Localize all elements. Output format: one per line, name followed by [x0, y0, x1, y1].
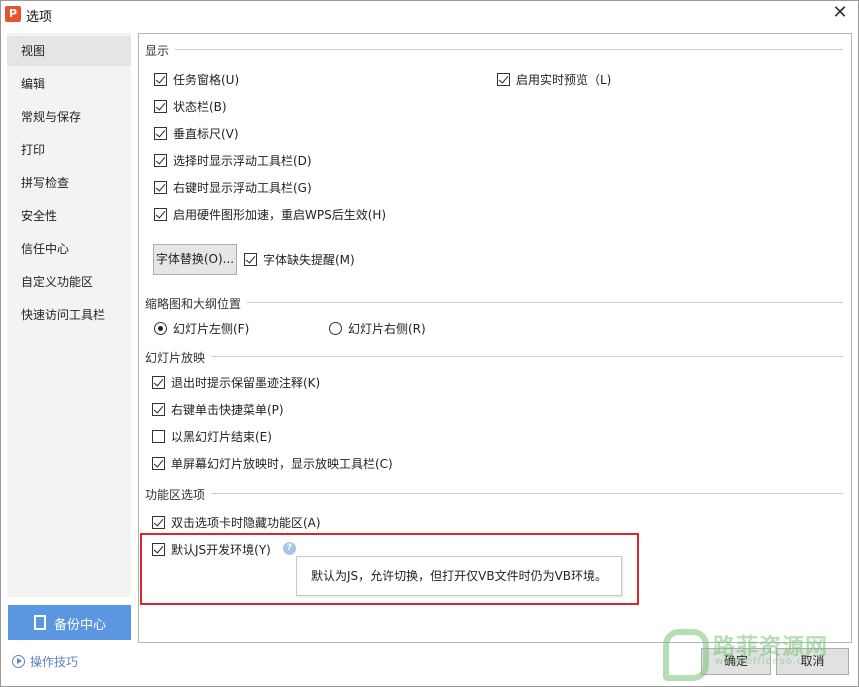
option-status-bar[interactable]: 状态栏(B) — [154, 98, 227, 115]
float-toolbar-select-checkbox[interactable] — [154, 154, 167, 167]
thumb-left-label: 幻灯片左侧(F) — [173, 322, 250, 336]
dblclick-hide-label: 双击选项卡时隐藏功能区(A) — [171, 516, 321, 530]
thumb-left-radio[interactable] — [154, 322, 167, 335]
sidebar-item-quick-access[interactable]: 快速访问工具栏 — [7, 300, 131, 330]
option-live-preview[interactable]: 启用实时预览（L) — [497, 71, 611, 88]
single-screen-toolbar-label: 单屏幕幻灯片放映时，显示放映工具栏(C) — [171, 457, 393, 471]
thumb-right-label: 幻灯片右侧(R) — [348, 322, 426, 336]
task-pane-checkbox[interactable] — [154, 73, 167, 86]
right-menu-label: 右键单击快捷菜单(P) — [171, 403, 284, 417]
vertical-ruler-checkbox[interactable] — [154, 127, 167, 140]
font-missing-checkbox[interactable] — [244, 253, 257, 266]
float-toolbar-select-label: 选择时显示浮动工具栏(D) — [173, 154, 312, 168]
black-end-checkbox[interactable] — [152, 430, 165, 443]
sidebar-item-spellcheck[interactable]: 拼写检查 — [7, 168, 131, 198]
sidebar-item-trust-center[interactable]: 信任中心 — [7, 234, 131, 264]
option-thumb-right[interactable]: 幻灯片右侧(R) — [329, 320, 426, 337]
section-title-ribbon: 功能区选项 — [145, 486, 212, 503]
option-float-toolbar-right[interactable]: 右键时显示浮动工具栏(G) — [154, 179, 312, 196]
font-missing-label: 字体缺失提醒(M) — [263, 253, 355, 267]
live-preview-label: 启用实时预览（L) — [516, 73, 612, 87]
option-float-toolbar-select[interactable]: 选择时显示浮动工具栏(D) — [154, 152, 312, 169]
help-icon[interactable]: ? — [283, 542, 296, 555]
js-env-tooltip: 默认为JS，允许切换，但打开仅VB文件时仍为VB环境。 — [296, 556, 622, 596]
option-dblclick-hide[interactable]: 双击选项卡时隐藏功能区(A) — [152, 514, 321, 531]
sidebar-item-customize-ribbon[interactable]: 自定义功能区 — [7, 267, 131, 297]
ok-button[interactable]: 确定 — [701, 648, 771, 675]
options-dialog: P 选项 ✕ 视图 编辑 常规与保存 打印 拼写检查 安全性 信任中心 自定义功… — [0, 0, 859, 687]
option-single-screen-toolbar[interactable]: 单屏幕幻灯片放映时，显示放映工具栏(C) — [152, 455, 393, 472]
font-replace-button[interactable]: 字体替换(O)... — [153, 244, 237, 275]
option-hw-accel[interactable]: 启用硬件图形加速，重启WPS后生效(H) — [154, 206, 386, 223]
sidebar-item-view[interactable]: 视图 — [7, 36, 131, 66]
dblclick-hide-checkbox[interactable] — [152, 516, 165, 529]
sidebar: 视图 编辑 常规与保存 打印 拼写检查 安全性 信任中心 自定义功能区 快速访问… — [7, 33, 131, 597]
close-icon[interactable]: ✕ — [830, 3, 850, 23]
play-icon — [12, 655, 25, 668]
cancel-button[interactable]: 取消 — [776, 648, 849, 675]
vertical-ruler-label: 垂直标尺(V) — [173, 127, 239, 141]
section-title-slideshow: 幻灯片放映 — [145, 349, 212, 366]
ink-prompt-label: 退出时提示保留墨迹注释(K) — [171, 376, 321, 390]
black-end-label: 以黑幻灯片结束(E) — [171, 430, 272, 444]
option-font-missing[interactable]: 字体缺失提醒(M) — [244, 251, 355, 268]
sidebar-item-general-save[interactable]: 常规与保存 — [7, 102, 131, 132]
task-pane-label: 任务窗格(U) — [173, 73, 240, 87]
thumb-right-radio[interactable] — [329, 322, 342, 335]
section-title-display: 显示 — [145, 42, 176, 59]
title-bar: P 选项 ✕ — [1, 1, 858, 27]
float-toolbar-right-checkbox[interactable] — [154, 181, 167, 194]
tips-link[interactable]: 操作技巧 — [12, 653, 78, 670]
backup-center-button[interactable]: 备份中心 — [8, 605, 131, 640]
option-black-end[interactable]: 以黑幻灯片结束(E) — [152, 428, 272, 445]
wps-app-icon: P — [5, 6, 21, 22]
ink-prompt-checkbox[interactable] — [152, 376, 165, 389]
sidebar-item-security[interactable]: 安全性 — [7, 201, 131, 231]
section-divider — [149, 302, 843, 303]
tips-label: 操作技巧 — [30, 655, 79, 669]
status-bar-label: 状态栏(B) — [173, 100, 227, 114]
hw-accel-label: 启用硬件图形加速，重启WPS后生效(H) — [173, 208, 387, 222]
section-divider — [149, 356, 843, 357]
sidebar-item-edit[interactable]: 编辑 — [7, 69, 131, 99]
float-toolbar-right-label: 右键时显示浮动工具栏(G) — [173, 181, 312, 195]
option-thumb-left[interactable]: 幻灯片左侧(F) — [154, 320, 249, 337]
options-panel: 显示 任务窗格(U) 启用实时预览（L) 状态栏(B) 垂直标尺(V) 选择时显… — [138, 33, 852, 643]
js-env-label: 默认JS开发环境(Y) — [171, 543, 271, 557]
option-task-pane[interactable]: 任务窗格(U) — [154, 71, 239, 88]
live-preview-checkbox[interactable] — [497, 73, 510, 86]
option-ink-prompt[interactable]: 退出时提示保留墨迹注释(K) — [152, 374, 320, 391]
option-vertical-ruler[interactable]: 垂直标尺(V) — [154, 125, 239, 142]
option-right-menu[interactable]: 右键单击快捷菜单(P) — [152, 401, 284, 418]
hw-accel-checkbox[interactable] — [154, 208, 167, 221]
option-js-env[interactable]: 默认JS开发环境(Y) — [152, 541, 271, 558]
sidebar-item-print[interactable]: 打印 — [7, 135, 131, 165]
right-menu-checkbox[interactable] — [152, 403, 165, 416]
dialog-title: 选项 — [26, 10, 53, 25]
backup-center-label: 备份中心 — [54, 618, 107, 633]
backup-icon — [34, 615, 46, 630]
section-divider — [149, 49, 843, 50]
single-screen-toolbar-checkbox[interactable] — [152, 457, 165, 470]
section-title-thumbnail: 缩略图和大纲位置 — [145, 295, 248, 312]
status-bar-checkbox[interactable] — [154, 100, 167, 113]
section-divider — [149, 493, 843, 494]
js-env-checkbox[interactable] — [152, 543, 165, 556]
